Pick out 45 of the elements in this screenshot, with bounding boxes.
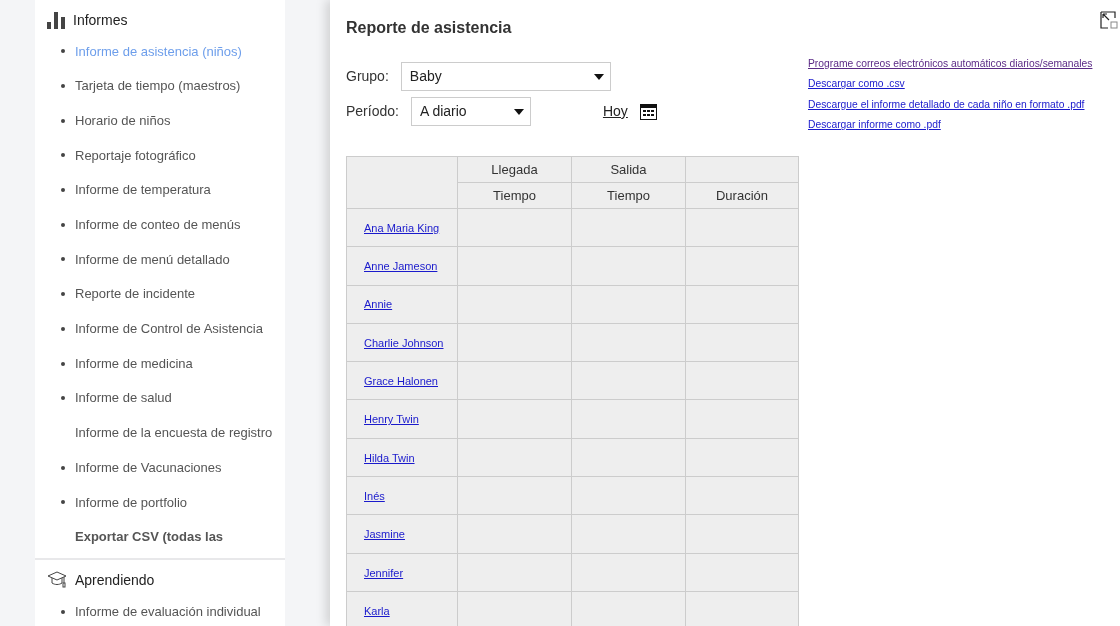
sidebar-item[interactable]: Tarjeta de tiempo (maestros) [35,68,285,104]
field-label: Grupo: [346,67,389,86]
column-header: Tiempo [457,182,572,209]
calendar-icon[interactable] [639,103,657,120]
report-link[interactable]: Descargar como .csv [808,78,905,90]
sidebar-item[interactable]: Reportaje fotográfico [35,138,285,173]
bar-chart-icon [47,11,65,29]
report-link[interactable]: Descargar informe como .pdf [808,119,941,131]
column-header: Salida [571,156,686,183]
sidebar-item[interactable]: Informe de medicina [35,346,285,381]
sidebar-item[interactable]: Informe de portfolio [35,484,285,520]
today-link[interactable]: Hoy [602,101,628,122]
sidebar-item[interactable]: Informe de la encuesta de registro [35,415,285,451]
report-link[interactable]: Programe correos electrónicos automáticos diarios/semanales [808,58,1093,69]
sidebar-item[interactable]: Informe de temperatura [35,172,285,208]
caret-icon [593,73,604,80]
report-link[interactable]: Descargue el informe detallado de cada niño en formato .pdf [808,98,1085,110]
caret-icon [513,108,524,115]
sidebar-item[interactable]: Informe de salud [35,380,285,416]
period-select[interactable]: A diario [410,97,531,126]
child-name-link[interactable]: Henry Twin [364,413,419,426]
sidebar-item[interactable]: Informe de evaluación individual [35,594,285,626]
sidebar-item[interactable]: Informe de Control de Asistencia [35,311,285,347]
sidebar-item[interactable]: Reporte de incidente [35,276,285,312]
sidebar-item[interactable]: Informe de menú detallado [35,242,285,277]
section-title: Aprendiendo [75,570,155,590]
column-header: Llegada [457,156,572,183]
child-name-link[interactable]: Annie [364,298,393,311]
sidebar-item[interactable]: Informe de conteo de menús [35,207,285,243]
child-name-link[interactable]: Karla [364,604,390,617]
child-name-link[interactable]: Inés [364,489,385,502]
child-name-link[interactable]: Jennifer [364,566,404,579]
sidebar-item[interactable]: Informe de Vacunaciones [35,450,285,485]
report-title: Reporte de asistencia [346,18,512,38]
column-header: Duración [685,182,799,209]
column-header: Tiempo [571,182,686,209]
group-select[interactable]: Baby [400,62,611,91]
sidebar-item[interactable]: Exportar CSV (todas las [35,519,285,555]
sidebar-item[interactable]: Horario de niños [35,103,285,139]
child-name-link[interactable]: Jasmine [364,528,405,541]
child-name-link[interactable]: Hilda Twin [364,451,415,464]
section-title: Informes [73,10,128,30]
expand-icon[interactable] [1100,11,1118,29]
graduation-cap-icon [47,570,67,591]
field-label: Período: [346,102,399,121]
